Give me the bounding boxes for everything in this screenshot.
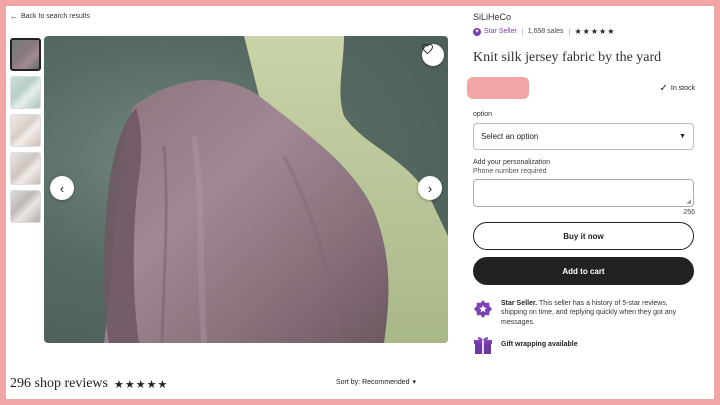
star-seller-info: Star Seller. This seller has a history o…	[473, 299, 695, 327]
gift-wrap-label: Gift wrapping available	[501, 341, 578, 349]
thumbnail-4[interactable]	[10, 152, 41, 185]
divider	[568, 27, 570, 36]
divider	[521, 27, 523, 36]
fabric-photo	[103, 36, 448, 343]
thumbnail-3[interactable]	[10, 114, 41, 147]
product-details-panel: SiLiHeCo ✦ Star Seller 1,658 sales ★★★★★…	[467, 12, 695, 355]
reviews-header: 296 shop reviews ★★★★★ Sort by: Recommen…	[10, 374, 714, 394]
thumbnail-strip	[10, 38, 41, 228]
star-seller-badge[interactable]: ✦ Star Seller	[473, 27, 517, 36]
gift-icon	[474, 337, 492, 355]
thumbnail-1[interactable]	[10, 38, 41, 71]
star-seller-badge-icon: ✦	[473, 27, 481, 36]
check-icon: ✓	[659, 83, 668, 94]
listing-title: Knit silk jersey fabric by the yard	[473, 50, 662, 65]
seller-row: ✦ Star Seller 1,658 sales ★★★★★	[473, 27, 695, 36]
star-seller-info-title: Star Seller.	[501, 300, 538, 307]
next-image-button[interactable]: ›	[418, 176, 442, 200]
caret-down-icon: ▾	[412, 379, 417, 386]
gift-wrap-info: Gift wrapping available	[473, 335, 695, 355]
chevron-right-icon: ›	[427, 180, 433, 196]
back-link-label: Back to search results	[21, 13, 90, 20]
sort-dropdown[interactable]: Sort by: Recommended ▾	[336, 378, 417, 387]
option-label: option	[473, 111, 493, 118]
sales-count: 1,658 sales	[527, 28, 564, 35]
shop-name-link[interactable]: SiLiHeCo	[473, 12, 695, 22]
resize-handle-icon[interactable]: ◢	[686, 198, 691, 205]
star-seller-badge-icon	[473, 300, 493, 318]
favorite-button[interactable]	[422, 44, 444, 66]
chevron-left-icon: ‹	[59, 180, 65, 196]
back-to-search-link[interactable]: ← Back to search results	[10, 12, 90, 21]
arrow-left-icon: ←	[10, 12, 18, 21]
option-select-value: Select an option	[481, 132, 539, 141]
thumbnail-5[interactable]	[10, 190, 41, 223]
sort-label: Sort by: Recommended	[336, 378, 410, 386]
price-redacted	[467, 77, 529, 99]
personalization-hint: Phone number required	[473, 168, 547, 175]
previous-image-button[interactable]: ‹	[50, 176, 74, 200]
character-count: 256	[683, 209, 695, 216]
reviews-rating-stars: ★★★★★	[114, 378, 169, 391]
reviews-title: 296 shop reviews	[10, 376, 108, 391]
stock-label: In stock	[670, 85, 695, 92]
thumbnail-2[interactable]	[10, 76, 41, 109]
price-row: ✓ In stock	[467, 77, 695, 101]
heart-icon	[422, 44, 433, 54]
personalization-label: Add your personalization	[473, 159, 551, 166]
caret-down-icon: ▼	[679, 133, 686, 140]
add-to-cart-button[interactable]: Add to cart	[473, 257, 694, 285]
buy-now-button[interactable]: Buy it now	[473, 222, 694, 250]
shop-rating-stars[interactable]: ★★★★★	[575, 27, 616, 36]
option-select[interactable]: Select an option ▼	[473, 123, 694, 150]
listing-page: ← Back to search results ‹ › 296 shop re…	[6, 6, 714, 399]
star-seller-label: Star Seller	[484, 28, 517, 35]
main-product-image: ‹ ›	[44, 36, 448, 343]
personalization-input[interactable]: ◢	[473, 179, 694, 207]
star-seller-description: Star Seller. This seller has a history o…	[501, 299, 695, 327]
stock-status: ✓ In stock	[659, 83, 695, 94]
